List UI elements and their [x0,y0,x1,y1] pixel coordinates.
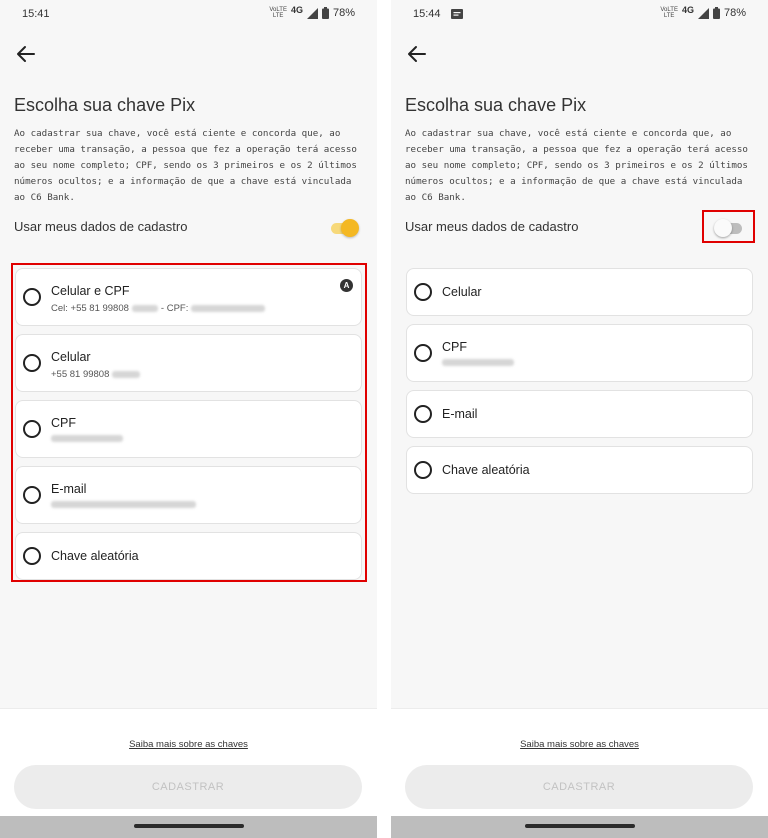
option-celular[interactable]: Celular [406,268,753,316]
option-title: Celular e CPF [51,284,130,298]
network-type: 4G [681,5,694,15]
highlight-box-toggle [702,210,755,243]
signal-icon [697,7,709,19]
learn-more-link[interactable]: Saiba mais sobre as chaves [0,739,377,750]
screen-left: 15:41 VoLTE LTE 4G 78% Escolha sua chave… [0,0,377,838]
toggle-knob [341,219,359,237]
arrow-left-icon[interactable] [14,42,38,66]
radio-unselected-icon[interactable] [414,461,432,479]
volte-indicator: VoLTE LTE [660,7,678,19]
battery-level: 78% [723,7,746,19]
option-subtitle [51,435,126,442]
system-nav-bar [0,816,377,838]
register-button[interactable]: CADASTRAR [14,765,362,809]
footer: Saiba mais sobre as chaves CADASTRAR [391,708,768,816]
arrow-left-icon[interactable] [405,42,429,66]
hidden-value [112,371,141,378]
hidden-value [131,305,158,312]
network-type: 4G [290,5,303,15]
toggle-label: Usar meus dados de cadastro [405,219,579,234]
register-button[interactable]: CADASTRAR [405,765,753,809]
toggle-label: Usar meus dados de cadastro [14,219,188,234]
page-title: Escolha sua chave Pix [14,95,196,115]
volte-indicator: VoLTE LTE [269,7,287,19]
option-chave-aleatoria[interactable]: Chave aleatória [406,446,753,494]
screen-right: 15:44 VoLTE LTE 4G 78% Escolha sua chave… [391,0,768,838]
system-nav-bar [391,816,768,838]
message-icon [451,9,463,19]
option-title: CPF [51,416,76,430]
radio-unselected-icon[interactable] [414,283,432,301]
home-handle[interactable] [524,824,635,828]
battery-level: 78% [332,7,355,19]
option-cpf[interactable]: CPF [15,400,362,458]
option-email[interactable]: E-mail [406,390,753,438]
pix-key-options: Celular e CPF Cel: +55 81 99808 - CPF: A… [15,268,362,588]
status-time: 15:44 [413,8,441,20]
page-title: Escolha sua chave Pix [405,95,587,115]
use-registration-data-row: Usar meus dados de cadastro [14,214,361,242]
option-title: CPF [442,340,467,354]
radio-unselected-icon[interactable] [414,405,432,423]
disclaimer-text: Ao cadastrar sua chave, você está ciente… [405,128,748,203]
home-handle[interactable] [133,824,244,828]
learn-more-link[interactable]: Saiba mais sobre as chaves [391,739,768,750]
footer: Saiba mais sobre as chaves CADASTRAR [0,708,377,816]
pix-key-options: Celular CPF E-mail Chave aleatória [406,268,753,502]
status-icons: VoLTE LTE 4G 78% [269,5,355,19]
option-chave-aleatoria[interactable]: Chave aleatória [15,532,362,580]
option-title: Celular [51,350,91,364]
option-email[interactable]: E-mail [15,466,362,524]
option-title: E-mail [442,407,478,421]
option-title: Celular [442,285,482,299]
radio-unselected-icon[interactable] [414,344,432,362]
use-registration-data-row: Usar meus dados de cadastro [405,214,752,242]
battery-icon [321,7,329,19]
account-badge-icon: A [340,279,353,292]
option-cpf[interactable]: CPF [406,324,753,382]
disclaimer-text: Ao cadastrar sua chave, você está ciente… [14,128,357,203]
option-subtitle [442,359,517,366]
status-time: 15:41 [22,8,50,20]
status-bar: 15:41 VoLTE LTE 4G 78% [0,0,377,30]
hidden-value [191,305,266,312]
use-registration-data-toggle[interactable] [329,218,359,238]
option-subtitle: Cel: +55 81 99808 - CPF: [51,303,268,314]
signal-icon [306,7,318,19]
battery-icon [712,7,720,19]
option-title: Chave aleatória [442,463,530,477]
radio-unselected-icon[interactable] [23,547,41,565]
option-subtitle: +55 81 99808 [51,369,143,380]
option-celular-e-cpf[interactable]: Celular e CPF Cel: +55 81 99808 - CPF: A [15,268,362,326]
hidden-value [442,359,514,366]
radio-unselected-icon[interactable] [23,288,41,306]
hidden-value [51,435,123,442]
option-title: Chave aleatória [51,549,139,563]
radio-unselected-icon[interactable] [23,420,41,438]
option-celular[interactable]: Celular +55 81 99808 [15,334,362,392]
radio-unselected-icon[interactable] [23,354,41,372]
status-icons: VoLTE LTE 4G 78% [660,5,746,19]
option-title: E-mail [51,482,87,496]
status-bar: 15:44 VoLTE LTE 4G 78% [391,0,768,30]
hidden-value [51,501,196,508]
radio-unselected-icon[interactable] [23,486,41,504]
option-subtitle [51,501,199,508]
